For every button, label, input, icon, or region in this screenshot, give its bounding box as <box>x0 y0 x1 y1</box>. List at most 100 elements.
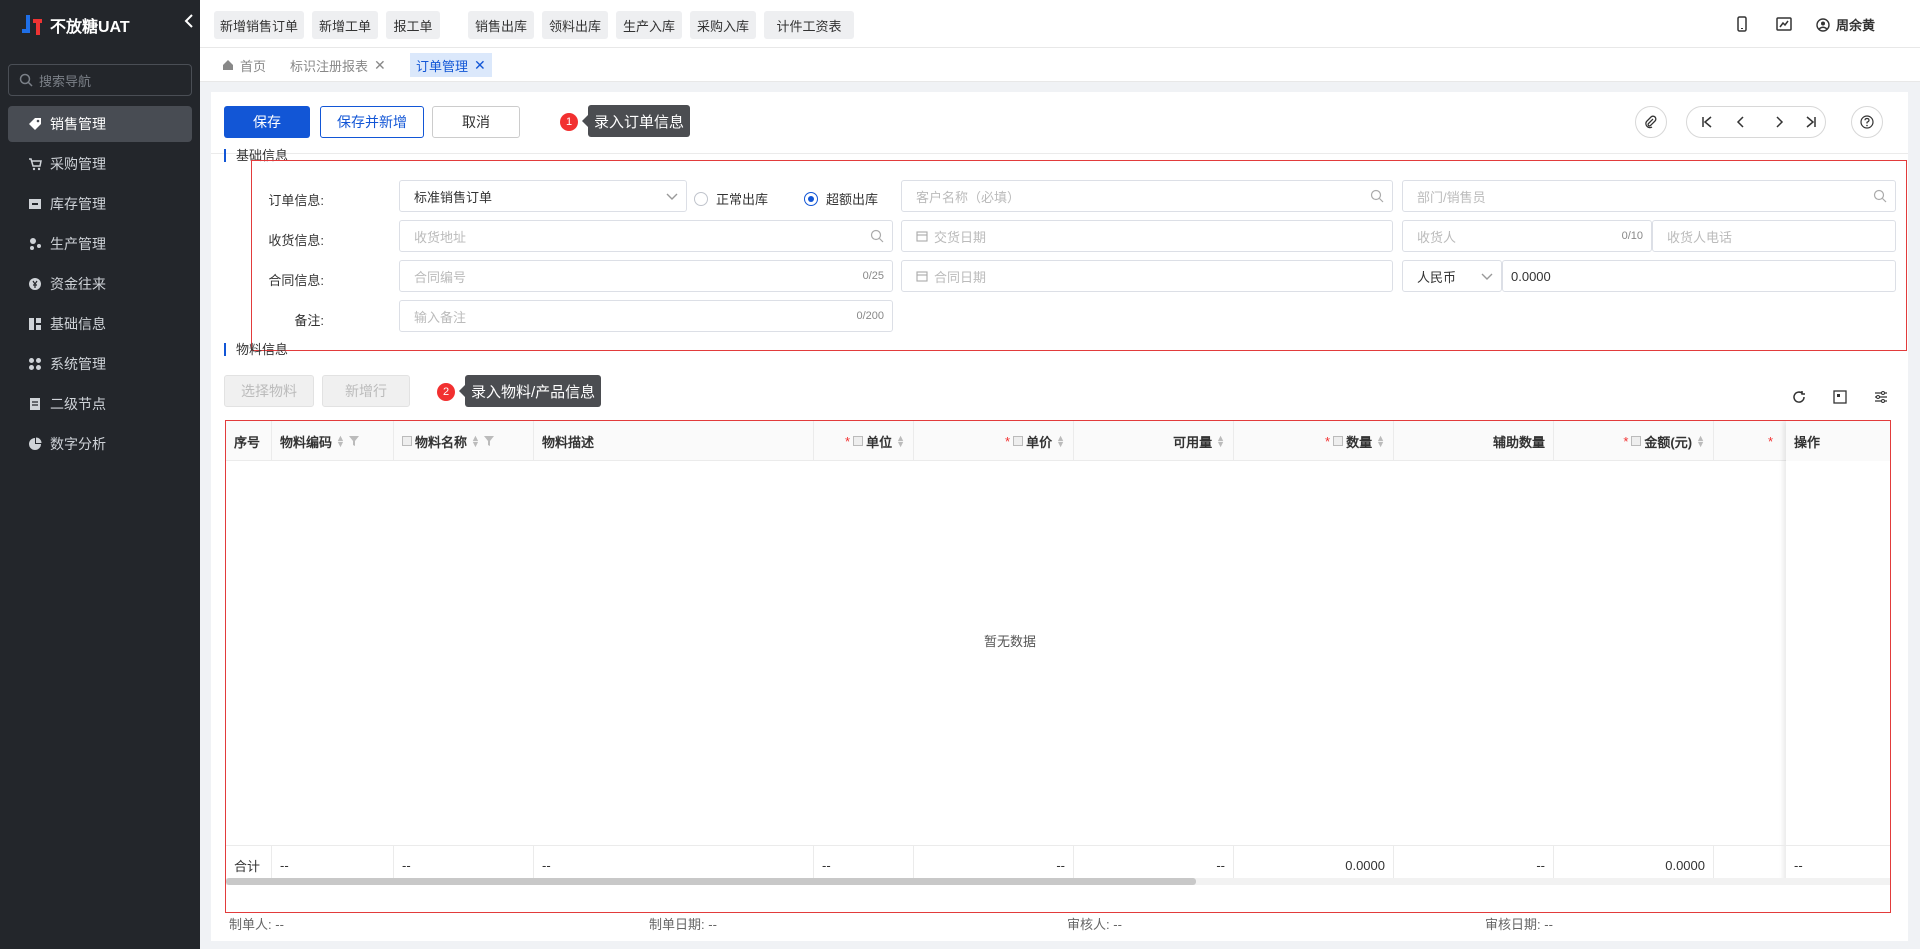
fullscreen-icon[interactable] <box>1833 390 1847 407</box>
tab-order-management[interactable]: 订单管理 ✕ <box>410 53 492 77</box>
mobile-icon[interactable] <box>1736 16 1748 35</box>
filter-icon[interactable] <box>348 436 359 446</box>
sidebar-item-secondary-node[interactable]: 二级节点 <box>8 386 192 422</box>
quick-report-button[interactable]: 报工单 <box>386 11 440 39</box>
sidebar-item-label: 采购管理 <box>50 156 106 172</box>
column-header-unit[interactable]: * 单位 ▲ ▼ <box>814 421 914 461</box>
add-row-button[interactable]: 新增行 <box>322 375 410 407</box>
save-and-new-button[interactable]: 保存并新增 <box>320 106 424 138</box>
department-placeholder: 部门/销售员 <box>1417 189 1486 205</box>
remark-input[interactable]: 输入备注 0/200 <box>399 300 893 332</box>
tab-identifier-report[interactable]: 标识注册报表 ✕ <box>284 53 392 77</box>
paperclip-icon <box>1645 115 1657 129</box>
radio-normal-outbound[interactable]: 正常出库 <box>694 189 768 208</box>
sidebar-item-inventory[interactable]: 库存管理 <box>8 186 192 222</box>
tip-badge-1: 1 <box>560 113 578 131</box>
contract-date-input[interactable]: 合同日期 <box>901 260 1393 292</box>
app-title: 不放糖UAT <box>50 19 130 36</box>
next-record-icon[interactable] <box>1772 115 1786 132</box>
collapse-sidebar-icon[interactable] <box>184 14 194 33</box>
sort-icon[interactable]: ▲ ▼ <box>471 434 480 449</box>
previous-record-icon[interactable] <box>1734 115 1748 132</box>
dashboard-icon[interactable] <box>1776 16 1792 35</box>
column-header-quantity[interactable]: * 数量 ▲ ▼ <box>1234 421 1394 461</box>
radio-over-outbound[interactable]: 超额出库 <box>804 189 878 208</box>
user-menu[interactable]: 周余黄 <box>1816 15 1875 34</box>
fixed-actions-column <box>1786 421 1890 885</box>
filter-icon[interactable] <box>483 436 494 446</box>
currency-select[interactable]: 人民币 <box>1402 260 1502 292</box>
column-header-unit-price[interactable]: * 单价 ▲ ▼ <box>914 421 1074 461</box>
section-title-material-info: 物料信息 <box>224 343 288 356</box>
column-header-material-code[interactable]: 物料编码 ▲ ▼ <box>272 421 394 461</box>
order-info-label: 订单信息: <box>268 193 324 208</box>
close-icon[interactable]: ✕ <box>474 57 486 74</box>
column-header-label: 金额(元) <box>1644 434 1693 450</box>
contract-number-input[interactable]: 合同编号 0/25 <box>399 260 893 292</box>
quick-new-work-order-button[interactable]: 新增工单 <box>312 11 378 39</box>
search-icon <box>1370 189 1384 203</box>
sidebar-item-sales[interactable]: 销售管理 <box>8 106 192 142</box>
divider <box>211 153 1908 154</box>
customer-name-input[interactable]: 客户名称（必填） <box>901 180 1393 212</box>
user-icon <box>1816 17 1830 32</box>
column-header-label: 物料描述 <box>542 434 595 450</box>
order-type-select[interactable]: 标准销售订单 <box>399 180 687 212</box>
column-header-material-name[interactable]: 物料名称 ▲ ▼ <box>394 421 534 461</box>
first-record-icon[interactable] <box>1700 115 1714 132</box>
attachment-button[interactable] <box>1635 106 1667 138</box>
close-icon[interactable]: ✕ <box>374 57 386 74</box>
search-icon <box>870 229 884 243</box>
sort-icon[interactable]: ▲ ▼ <box>1696 434 1705 449</box>
sort-icon[interactable]: ▲ ▼ <box>1376 434 1385 449</box>
chevron-down-icon <box>1481 273 1493 280</box>
sidebar-item-production[interactable]: 生产管理 <box>8 226 192 262</box>
help-button[interactable] <box>1851 106 1883 138</box>
quick-production-inbound-button[interactable]: 生产入库 <box>616 11 682 39</box>
quick-new-sales-order-button[interactable]: 新增销售订单 <box>214 11 304 39</box>
creator-info: 制单人: -- <box>229 914 284 933</box>
quick-purchase-inbound-button[interactable]: 采购入库 <box>690 11 756 39</box>
delivery-date-input[interactable]: 交货日期 <box>901 220 1393 252</box>
sidebar-item-funds[interactable]: 资金往来 <box>8 266 192 302</box>
refresh-icon[interactable] <box>1792 390 1806 407</box>
select-material-button[interactable]: 选择物料 <box>224 375 314 407</box>
horizontal-scrollbar-thumb[interactable] <box>226 878 1196 885</box>
create-date-label: 制单日期: <box>649 917 705 932</box>
column-header-available[interactable]: 可用量 ▲ ▼ <box>1074 421 1234 461</box>
receiver-input[interactable]: 收货人 0/10 <box>1402 220 1652 252</box>
shipping-info-label: 收货信息: <box>268 233 324 248</box>
quick-material-outbound-button[interactable]: 领料出库 <box>542 11 608 39</box>
tab-home[interactable]: 首页 <box>216 53 272 77</box>
receiver-phone-input[interactable]: 收货人电话 <box>1652 220 1896 252</box>
shipping-address-input[interactable]: 收货地址 <box>399 220 893 252</box>
sidebar-item-label: 二级节点 <box>50 396 106 412</box>
sort-icon[interactable]: ▲ ▼ <box>336 434 345 449</box>
sort-icon[interactable]: ▲ ▼ <box>1216 434 1225 449</box>
receiver-char-count: 0/10 <box>1621 230 1643 242</box>
contract-amount-value: 0.0000 <box>1511 268 1551 284</box>
cancel-button[interactable]: 取消 <box>432 106 520 138</box>
sidebar-item-basic-info[interactable]: 基础信息 <box>8 306 192 342</box>
save-button[interactable]: 保存 <box>224 106 310 138</box>
contract-number-placeholder: 合同编号 <box>414 269 467 285</box>
quick-piecework-wage-button[interactable]: 计件工资表 <box>764 11 854 39</box>
currency-value: 人民币 <box>1417 269 1457 285</box>
warehouse-icon <box>29 199 41 209</box>
tag-icon <box>29 118 41 130</box>
app-logo[interactable]: 不放糖UAT <box>0 0 200 50</box>
sidebar-item-system[interactable]: 系统管理 <box>8 346 192 382</box>
sort-icon[interactable]: ▲ ▼ <box>896 434 905 449</box>
department-salesperson-input[interactable]: 部门/销售员 <box>1402 180 1896 212</box>
nav-search-input[interactable]: 搜索导航 <box>8 64 192 96</box>
contract-amount-input[interactable]: 0.0000 <box>1502 260 1896 292</box>
last-record-icon[interactable] <box>1804 115 1818 132</box>
sort-icon[interactable]: ▲ ▼ <box>1056 434 1065 449</box>
column-settings-icon[interactable] <box>1874 390 1888 407</box>
creator-label: 制单人: <box>229 917 272 932</box>
sidebar-item-purchase[interactable]: 采购管理 <box>8 146 192 182</box>
column-header-amount[interactable]: * 金额(元) ▲ ▼ <box>1554 421 1714 461</box>
quick-sales-outbound-button[interactable]: 销售出库 <box>468 11 534 39</box>
column-header-label: 单价 <box>1026 434 1053 450</box>
sidebar-item-analytics[interactable]: 数字分析 <box>8 426 192 462</box>
